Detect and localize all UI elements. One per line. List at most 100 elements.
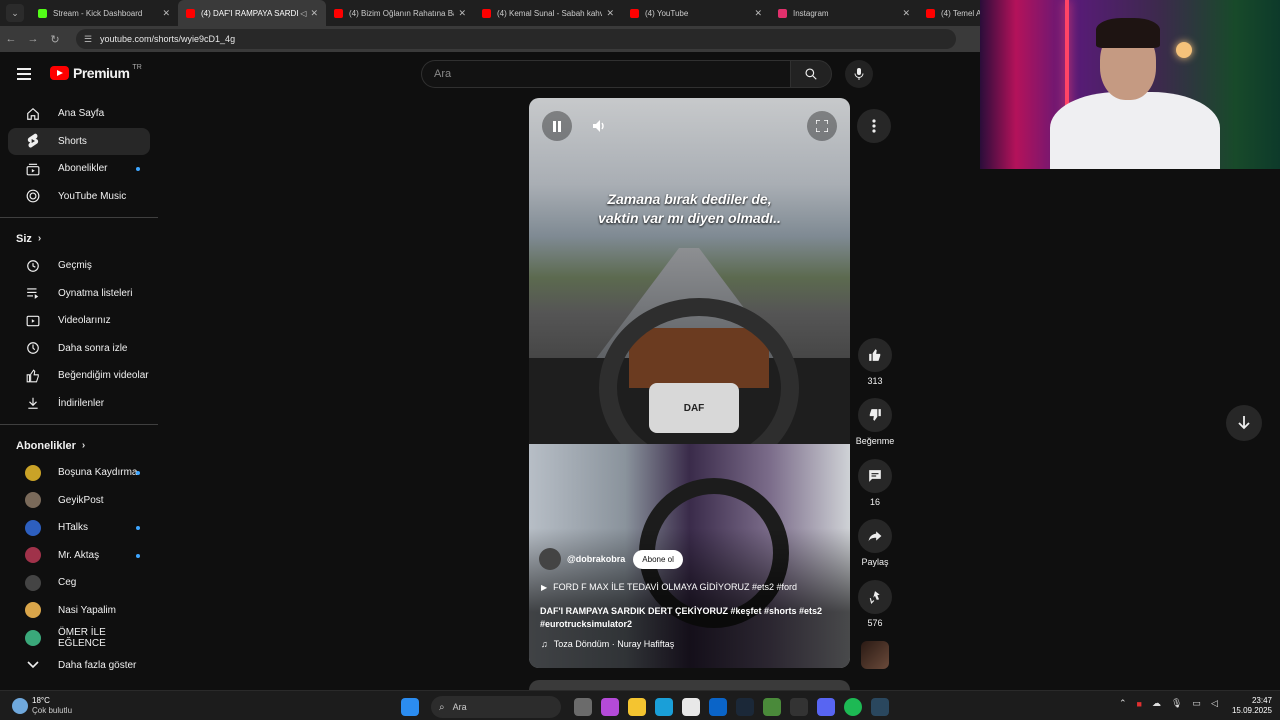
- reload-icon[interactable]: ↻: [44, 33, 66, 46]
- sound-thumbnail[interactable]: [861, 641, 889, 669]
- next-short-preview[interactable]: [529, 680, 850, 690]
- comment-count: 16: [869, 497, 880, 507]
- voice-search-button[interactable]: [845, 60, 873, 88]
- shorts-player[interactable]: DAF Zamana bırak dediler de, vaktin var …: [529, 98, 850, 668]
- browser-tab[interactable]: Stream - Kick Dashboard ✕: [30, 0, 178, 26]
- back-icon[interactable]: ←: [0, 33, 22, 45]
- comment-icon: [869, 470, 881, 482]
- tray-overflow-icon[interactable]: ⌃: [1119, 698, 1127, 709]
- close-tab-icon[interactable]: ✕: [754, 8, 762, 19]
- youtube-play-icon: [50, 66, 69, 80]
- youtube-logo[interactable]: Premium TR: [50, 64, 142, 81]
- taskbar-search[interactable]: ⌕ Ara: [431, 696, 561, 718]
- close-tab-icon[interactable]: ✕: [162, 8, 170, 19]
- discord-icon[interactable]: [816, 698, 835, 716]
- hub-text: DAF: [683, 402, 705, 414]
- obs-icon[interactable]: [789, 698, 808, 716]
- tray-app-icon[interactable]: ■: [1137, 699, 1142, 709]
- sidebar-item[interactable]: Oynatma listeleri: [8, 280, 150, 308]
- linked-video[interactable]: ▶ FORD F MAX İLE TEDAVİ OLMAYA GİDİYORUZ…: [541, 582, 797, 592]
- browser-tab[interactable]: (4) YouTube ✕: [622, 0, 770, 26]
- share-action: Paylaş: [857, 519, 893, 567]
- windows-start-icon[interactable]: [400, 698, 419, 716]
- sidebar-you-header[interactable]: Siz ›: [0, 225, 160, 252]
- chrome-icon[interactable]: [762, 698, 781, 716]
- sidebar-item[interactable]: Daha sonra izle: [8, 335, 150, 363]
- copilot-icon[interactable]: [600, 698, 619, 716]
- outlook-icon[interactable]: [708, 698, 727, 716]
- sidebar-item[interactable]: Videolarınız: [8, 307, 150, 335]
- address-bar[interactable]: ☰ youtube.com/shorts/wyie9cD1_4g: [76, 29, 956, 49]
- sidebar-show-more[interactable]: Daha fazla göster: [8, 652, 150, 680]
- more-options-button[interactable]: [857, 109, 891, 143]
- search-icon: ⌕: [439, 701, 445, 713]
- file-explorer-icon[interactable]: [627, 698, 646, 716]
- dislike-button[interactable]: [858, 398, 892, 432]
- channel-avatar[interactable]: [539, 548, 561, 570]
- sidebar-item[interactable]: Mr. Aktaş: [8, 542, 150, 570]
- browser-tab[interactable]: (4) Bizim Oğlanın Rahatına Bak ✕: [326, 0, 474, 26]
- channel-avatar: [25, 602, 41, 619]
- channel-avatar: [25, 574, 41, 591]
- search-button[interactable]: [790, 60, 832, 88]
- search-placeholder: Ara: [434, 68, 452, 80]
- sidebar-item[interactable]: Abonelikler: [8, 155, 150, 183]
- forward-icon[interactable]: →: [22, 33, 44, 45]
- video-wheel-hub: DAF: [649, 383, 739, 433]
- network-icon[interactable]: ▭: [1192, 698, 1201, 709]
- sidebar-item[interactable]: Beğendiğim videolar: [8, 362, 150, 390]
- tab-search-icon[interactable]: ⌄: [6, 4, 24, 22]
- browser-tab[interactable]: Instagram ✕: [770, 0, 918, 26]
- sidebar-subs-header[interactable]: Abonelikler ›: [0, 432, 160, 459]
- site-info-icon[interactable]: ☰: [84, 34, 94, 45]
- sidebar-item[interactable]: İndirilenler: [8, 390, 150, 418]
- browser-tab[interactable]: (4) DAF'I RAMPAYA SARDIK ◁ ✕: [178, 0, 326, 26]
- sidebar-item[interactable]: Boşuna Kaydırma: [8, 459, 150, 487]
- close-tab-icon[interactable]: ✕: [902, 8, 910, 19]
- tab-audio-icon[interactable]: ◁: [300, 9, 306, 18]
- sidebar-item[interactable]: Ana Sayfa: [8, 100, 150, 128]
- sidebar-item[interactable]: Nasi Yapalim: [8, 597, 150, 625]
- mic-tray-icon[interactable]: 🎙︎: [1171, 698, 1182, 709]
- comments-button[interactable]: [858, 459, 892, 493]
- pause-button[interactable]: [542, 111, 572, 141]
- remix-button[interactable]: [858, 580, 892, 614]
- sidebar-item[interactable]: GeyikPost: [8, 487, 150, 515]
- steam-alt-icon[interactable]: [870, 698, 889, 716]
- channel-avatar: [25, 547, 41, 564]
- menu-icon[interactable]: [17, 68, 31, 80]
- edge-icon[interactable]: [654, 698, 673, 716]
- streamer-hair: [1096, 18, 1160, 48]
- music-row[interactable]: ♫ Toza Döndüm · Nuray Hafiftaş: [541, 639, 674, 649]
- like-button[interactable]: [858, 338, 892, 372]
- short-description[interactable]: DAF'I RAMPAYA SARDIK DERT ÇEKİYORUZ #keş…: [540, 605, 840, 631]
- close-tab-icon[interactable]: ✕: [606, 8, 614, 19]
- search-input[interactable]: Ara: [421, 60, 790, 88]
- store-icon[interactable]: [681, 698, 700, 716]
- task-view-icon[interactable]: [573, 698, 592, 716]
- fullscreen-button[interactable]: [807, 111, 837, 141]
- sidebar-item[interactable]: Geçmiş: [8, 252, 150, 280]
- subscribe-button[interactable]: Abone ol: [633, 549, 683, 569]
- channel-name[interactable]: @dobrakobra: [567, 554, 625, 564]
- tab-favicon-icon: [778, 8, 787, 18]
- spotify-icon[interactable]: [843, 698, 862, 716]
- close-tab-icon[interactable]: ✕: [310, 8, 318, 19]
- weather-widget[interactable]: 18°C Çok bulutlu: [12, 696, 72, 716]
- clock[interactable]: 23:47 15.09.2025: [1228, 696, 1272, 716]
- browser-tab[interactable]: (4) Kemal Sunal - Sabah kahvalt ✕: [474, 0, 622, 26]
- taskbar-search-label: Ara: [452, 702, 467, 712]
- sidebar-item[interactable]: Ceg: [8, 569, 150, 597]
- tray-sync-icon[interactable]: ☁: [1152, 698, 1161, 709]
- sidebar-item[interactable]: HTalks: [8, 514, 150, 542]
- share-button[interactable]: [858, 519, 892, 553]
- steam-icon[interactable]: [735, 698, 754, 716]
- speaker-icon[interactable]: ◁: [1211, 698, 1218, 709]
- volume-button[interactable]: [584, 111, 614, 141]
- next-short-button[interactable]: [1226, 405, 1262, 441]
- close-tab-icon[interactable]: ✕: [458, 8, 466, 19]
- new-content-dot: [136, 526, 140, 530]
- sidebar-item[interactable]: YouTube Music: [8, 183, 150, 211]
- sidebar-item[interactable]: ÖMER İLE EĞLENCE: [8, 624, 150, 652]
- sidebar-item[interactable]: Shorts: [8, 127, 150, 155]
